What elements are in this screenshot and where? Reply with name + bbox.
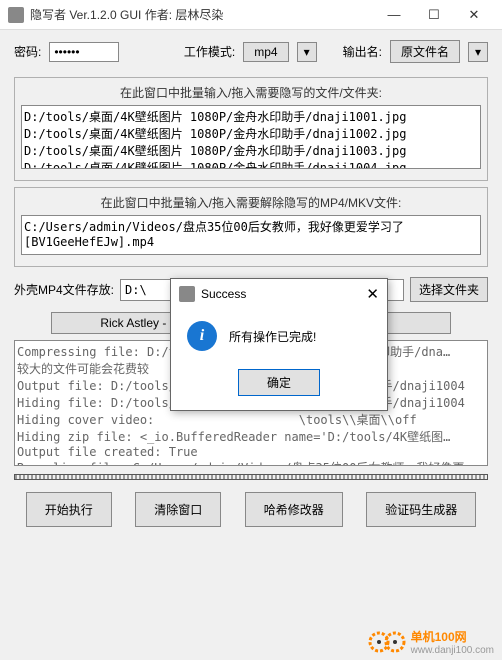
password-label: 密码:: [14, 43, 41, 60]
hide-files-section: 在此窗口中批量输入/拖入需要隐写的文件/文件夹:: [14, 77, 488, 181]
dialog-titlebar: Success ✕: [171, 279, 387, 309]
success-dialog: Success ✕ i 所有操作已完成! 确定: [170, 278, 388, 411]
output-dropdown[interactable]: ▾: [468, 42, 488, 62]
minimize-button[interactable]: —: [374, 1, 414, 29]
footer: 单机100网 www.danji100.com: [359, 624, 502, 660]
info-icon: i: [187, 321, 217, 351]
reveal-files-textarea[interactable]: [21, 215, 481, 255]
run-button[interactable]: 开始执行: [26, 492, 112, 527]
hide-files-textarea[interactable]: [21, 105, 481, 169]
window-titlebar: 隐写者 Ver.1.2.0 GUI 作者: 层林尽染 — ☐ ✕: [0, 0, 502, 30]
top-row: 密码: 工作模式: mp4 ▾ 输出名: 原文件名 ▾: [0, 30, 502, 71]
progress-bar: [14, 474, 488, 480]
window-controls: — ☐ ✕: [374, 1, 494, 29]
footer-text: 单机100网 www.danji100.com: [411, 628, 494, 656]
ok-button[interactable]: 确定: [238, 369, 320, 396]
footer-domain: www.danji100.com: [411, 645, 494, 656]
footer-logo-icon: [367, 630, 407, 654]
output-button[interactable]: 原文件名: [390, 40, 460, 63]
reveal-files-header: 在此窗口中批量输入/拖入需要解除隐写的MP4/MKV文件:: [21, 194, 481, 211]
output-label: 输出名:: [343, 43, 382, 60]
dialog-message: 所有操作已完成!: [229, 328, 316, 345]
footer-brand: 单机100网: [411, 630, 467, 644]
dialog-title: Success: [201, 287, 246, 301]
maximize-button[interactable]: ☐: [414, 1, 454, 29]
dialog-close-button[interactable]: ✕: [366, 285, 379, 303]
dialog-app-icon: [179, 286, 195, 302]
window-title: 隐写者 Ver.1.2.0 GUI 作者: 层林尽染: [30, 6, 374, 23]
app-icon: [8, 7, 24, 23]
password-input[interactable]: [49, 42, 119, 62]
reveal-files-section: 在此窗口中批量输入/拖入需要解除隐写的MP4/MKV文件:: [14, 187, 488, 267]
shell-label: 外壳MP4文件存放:: [14, 281, 114, 298]
clear-button[interactable]: 清除窗口: [135, 492, 221, 527]
verify-button[interactable]: 验证码生成器: [366, 492, 476, 527]
mode-button[interactable]: mp4: [243, 42, 288, 62]
mode-dropdown[interactable]: ▾: [297, 42, 317, 62]
choose-folder-button[interactable]: 选择文件夹: [410, 277, 488, 302]
dialog-body: i 所有操作已完成!: [171, 309, 387, 369]
bottom-buttons: 开始执行 清除窗口 哈希修改器 验证码生成器: [14, 492, 488, 527]
dialog-footer: 确定: [171, 369, 387, 410]
hide-files-header: 在此窗口中批量输入/拖入需要隐写的文件/文件夹:: [21, 84, 481, 101]
close-button[interactable]: ✕: [454, 1, 494, 29]
hash-button[interactable]: 哈希修改器: [245, 492, 343, 527]
mode-label: 工作模式:: [184, 43, 235, 60]
